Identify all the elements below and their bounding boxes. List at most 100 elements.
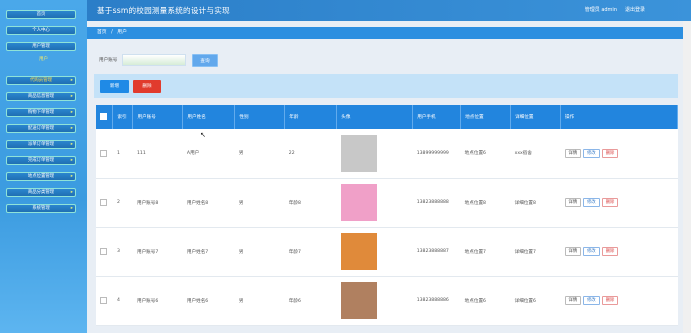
table-row: 4 用户账号6 用户姓名6 男年龄6 13823888886 地点位置6 详细位置6 详情 修改… [96,276,678,326]
detail-button[interactable]: 详情 [564,198,582,207]
sidebar-section-caption: 用户 [39,57,48,62]
cell-index: 4 [112,276,133,326]
sidebar-item-profile[interactable]: 个人中心 [6,26,76,35]
cell-location: 地点位置6 [460,129,511,179]
cell-detail: 详细位置6 [510,276,561,326]
chevron-right-icon: ▸ [70,142,73,147]
mouse-cursor-icon: ↖ [200,131,206,139]
row-checkbox[interactable] [96,227,113,277]
cell-index: 1 [112,129,133,179]
chevron-right-icon: ▸ [70,110,73,115]
cell-name: 用户姓名6 [182,276,235,326]
edit-button[interactable]: 修改 [583,148,600,158]
col-header: 索引 [112,105,134,129]
search-button[interactable]: 查询 [192,54,218,67]
sidebar-item-category[interactable]: 商品分类管理 ▸ [6,188,76,197]
cell-age: 年龄7 [284,227,337,277]
sidebar-item-goods[interactable]: 商品信息管理 ▸ [6,92,76,101]
current-user: 管理员 admin [584,7,617,13]
breadcrumb-current: 用户 [117,30,127,35]
table-header-row: 索引 用户账号 用户姓名 性别 年龄 头像 用户手机 地点位置 详细位置 操作 [96,105,678,129]
chevron-right-icon: ▸ [70,190,73,195]
cell-phone: 13823888888 [412,178,461,228]
cell-age: 22 [284,129,337,179]
cell-ops: 详情 修改 删除 [560,129,678,179]
sidebar-item-user-management[interactable]: 用户管理 [6,42,76,51]
edit-button[interactable]: 修改 [583,296,600,305]
row-checkbox[interactable] [96,129,113,179]
detail-button[interactable]: 详情 [564,148,582,158]
col-header: 用户姓名 [182,105,236,129]
cell-avatar [336,276,413,326]
cell-location: 地点位置7 [460,227,511,277]
chevron-right-icon: ▸ [70,206,73,211]
user-table: 索引 用户账号 用户姓名 性别 年龄 头像 用户手机 地点位置 详细位置 操作 … [96,105,678,326]
edit-button[interactable]: 修改 [583,198,600,207]
row-checkbox[interactable] [96,178,113,228]
search-input[interactable] [122,54,186,66]
col-header: 地点位置 [460,105,512,129]
chevron-right-icon: ▸ [70,78,73,83]
chevron-right-icon: ▸ [70,158,73,163]
col-header: 性别 [234,105,286,129]
breadcrumb: 首页 / 用户 [87,27,691,39]
app-title: 基于ssm的校园测量系统的设计与实现 [97,6,230,15]
row-delete-button[interactable]: 删除 [601,198,619,207]
sidebar: 首页 个人中心 用户管理 用户 代购员管理 ▸ 商品信息管理 ▸ 购物下单管理 ▸ 配… [0,0,87,333]
logout-link[interactable]: 退出登录 [625,6,645,13]
cell-location: 地点位置6 [460,276,511,326]
cell-age: 年龄6 [284,276,337,326]
cell-ops: 详情 修改 删除 [560,276,678,326]
row-checkbox[interactable] [96,276,113,326]
breadcrumb-home[interactable]: 首页 [97,30,107,35]
sidebar-item-agent-management[interactable]: 代购员管理 ▸ [6,76,76,85]
cell-gender: 男 [234,129,285,179]
cell-phone: 13823888887 [412,227,461,277]
sidebar-item-dispatch[interactable]: 派单订单管理 ▸ [6,140,76,149]
row-delete-button[interactable]: 删除 [601,296,619,305]
sidebar-item-home[interactable]: 首页 [6,10,76,19]
cell-phone: 13823888886 [412,276,461,326]
sidebar-item-system[interactable]: 系统管理 ▸ [6,204,76,213]
select-all-checkbox[interactable] [96,105,114,129]
scrollbar[interactable] [683,21,691,333]
cell-age: 年龄8 [284,178,337,228]
col-header: 年龄 [284,105,338,129]
avatar [340,184,377,221]
row-delete-button[interactable]: 删除 [601,148,619,158]
edit-button[interactable]: 修改 [583,247,600,256]
col-header: 头像 [336,105,414,129]
col-header: 操作 [560,105,678,129]
sidebar-item-location[interactable]: 地点位置管理 ▸ [6,172,76,181]
chevron-right-icon: ▸ [70,174,73,179]
cell-gender: 男 [234,178,285,228]
avatar [340,282,377,319]
sidebar-item-delivery[interactable]: 配送订单管理 ▸ [6,124,76,133]
sidebar-item-purchase[interactable]: 购物下单管理 ▸ [6,108,76,117]
top-header: 基于ssm的校园测量系统的设计与实现 管理员 admin 退出登录 [87,0,691,21]
chevron-right-icon: ▸ [70,126,73,131]
cell-avatar [336,227,413,277]
col-header: 用户账号 [132,105,184,129]
cell-name: A用户 [182,129,235,179]
table-row: 1 111 A用户男 22 13899999999 地点位置6 xxx宿舍 详情 修改 删除 [96,129,678,179]
col-header: 详细位置 [510,105,562,129]
cell-ops: 详情 修改 删除 [560,227,678,277]
cell-index: 2 [112,178,133,228]
cell-account: 用户账号6 [132,276,183,326]
table-row: 2 用户账号8 用户姓名8 男年龄8 13823888888 地点位置8 详细位置8 详情 修改… [96,178,678,228]
detail-button[interactable]: 详情 [564,296,582,305]
delete-button[interactable]: 删除 [133,80,161,93]
cell-account: 用户账号8 [132,178,183,228]
cell-gender: 男 [234,276,285,326]
row-delete-button[interactable]: 删除 [601,247,619,256]
breadcrumb-separator: / [111,30,113,35]
sidebar-item-completed[interactable]: 完成订单管理 ▸ [6,156,76,165]
avatar [340,134,377,172]
search-label: 用户账号 [99,58,118,63]
cell-account: 用户账号7 [132,227,183,277]
detail-button[interactable]: 详情 [564,247,582,256]
cell-detail: xxx宿舍 [510,129,561,179]
add-button[interactable]: 新增 [100,80,129,93]
cell-name: 用户姓名7 [182,227,235,277]
